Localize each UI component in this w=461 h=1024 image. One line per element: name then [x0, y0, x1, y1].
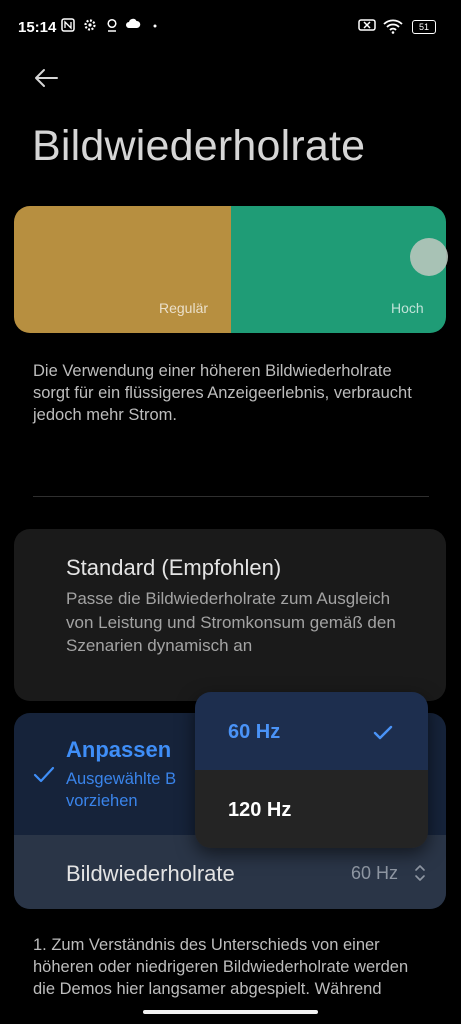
- custom-option-title: Anpassen: [66, 737, 172, 762]
- gear-icon: [83, 18, 97, 35]
- battery-icon: 51: [412, 20, 436, 34]
- refresh-rate-value: 60 Hz: [351, 863, 399, 883]
- demo-regular-label: Regulär: [159, 300, 209, 316]
- location-icon: [105, 18, 119, 35]
- check-icon: [373, 725, 393, 740]
- check-icon: [33, 766, 55, 783]
- home-indicator[interactable]: [143, 1010, 318, 1014]
- footnote: 1. Zum Verständnis des Unterschieds von …: [33, 936, 409, 998]
- refresh-rate-dropdown: 60 Hz 120 Hz: [195, 692, 428, 848]
- demo-regular-panel: Regulär: [14, 206, 231, 333]
- up-down-chevron-icon: [415, 865, 425, 881]
- refresh-rate-demo: Regulär Hoch: [14, 206, 446, 333]
- dropdown-option-60hz[interactable]: 60 Hz: [195, 692, 428, 770]
- status-time: 15:14: [18, 19, 57, 36]
- dot-icon: [152, 18, 158, 35]
- description: Die Verwendung einer höheren Bildwiederh…: [33, 362, 412, 424]
- wifi-icon: [382, 18, 404, 37]
- status-bar: 15:14 51: [0, 0, 461, 54]
- page-title: Bildwiederholrate: [32, 122, 366, 170]
- standard-option-description: Passe die Bildwiederholrate zum Ausgleic…: [66, 589, 396, 655]
- refresh-rate-label: Bildwiederholrate: [66, 861, 235, 886]
- cloud-icon: [125, 18, 141, 33]
- nfc-icon: [61, 18, 75, 35]
- dropdown-option-label: 60 Hz: [228, 721, 281, 743]
- standard-option-card[interactable]: Standard (Empfohlen) Passe die Bildwiede…: [14, 529, 446, 701]
- divider: [33, 496, 429, 497]
- dropdown-option-120hz[interactable]: 120 Hz: [195, 770, 428, 848]
- demo-high-label: Hoch: [391, 300, 424, 316]
- back-button[interactable]: [30, 62, 62, 94]
- demo-ball: [410, 238, 448, 276]
- arrow-left-icon: [35, 69, 58, 87]
- standard-option-title: Standard (Empfohlen): [66, 555, 282, 580]
- dropdown-option-label: 120 Hz: [228, 799, 292, 821]
- no-sim-icon: [358, 18, 376, 35]
